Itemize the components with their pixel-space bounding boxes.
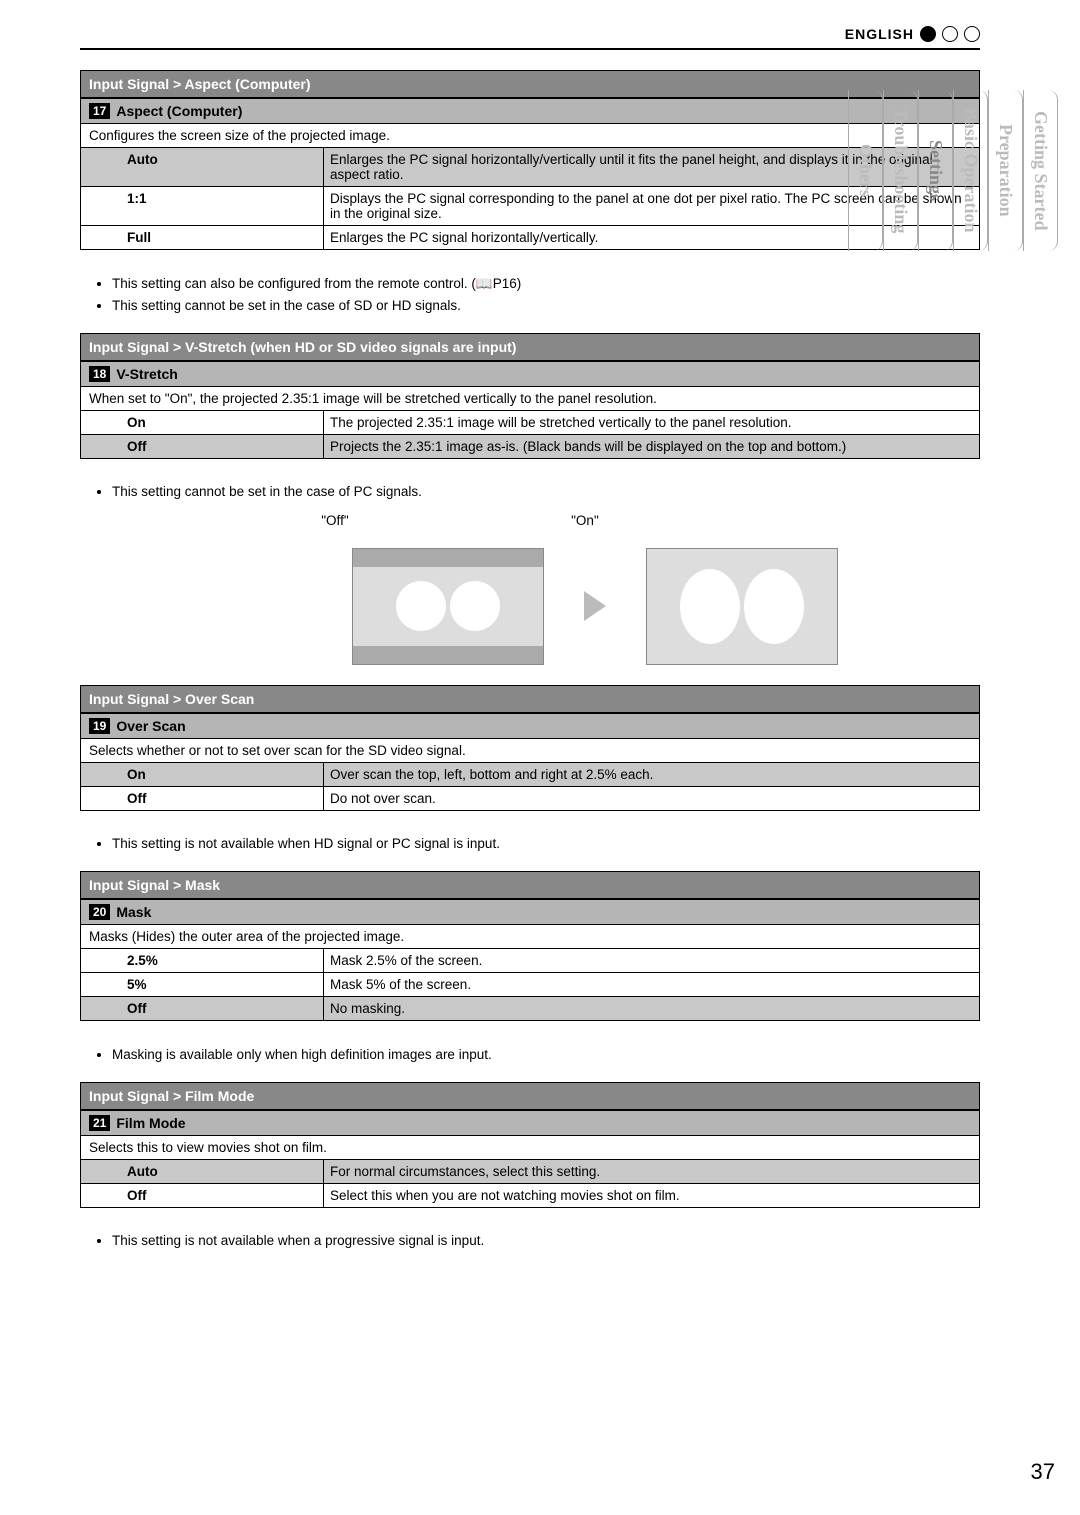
option-row: OnOver scan the top, left, bottom and ri… (81, 763, 980, 787)
description: Configures the screen size of the projec… (80, 124, 980, 148)
option-label: Off (121, 997, 324, 1021)
language-bar: ENGLISH (80, 20, 980, 50)
option-text: Over scan the top, left, bottom and righ… (324, 763, 980, 787)
item-number: 20 (89, 904, 110, 920)
side-tab-settings[interactable]: Settings (918, 90, 953, 251)
option-label: Full (121, 226, 324, 250)
option-row: 5%Mask 5% of the screen. (81, 973, 980, 997)
option-text: Do not over scan. (324, 786, 980, 810)
side-tab-preparation[interactable]: Preparation (988, 90, 1023, 251)
note-bullet: Masking is available only when high defi… (112, 1047, 980, 1062)
subheading: 17 Aspect (Computer) (80, 98, 980, 124)
option-text: Select this when you are not watching mo… (324, 1183, 980, 1207)
screen-off (352, 548, 544, 665)
option-label: Off (121, 434, 324, 458)
note-bullet: This setting cannot be set in the case o… (112, 484, 980, 499)
option-row: AutoEnlarges the PC signal horizontally/… (81, 148, 980, 187)
language-label: ENGLISH (845, 26, 914, 42)
option-label: On (121, 411, 324, 435)
side-tab-others[interactable]: Others (848, 90, 883, 251)
item-number: 18 (89, 366, 110, 382)
option-label: Off (121, 1183, 324, 1207)
screen-on (646, 548, 838, 665)
option-label: Off (121, 786, 324, 810)
lang-dot-2 (942, 26, 958, 42)
option-label: 2.5% (121, 949, 324, 973)
item-title: Film Mode (116, 1115, 185, 1131)
breadcrumb: Input Signal > Aspect (Computer) (80, 70, 980, 98)
option-text: No masking. (324, 997, 980, 1021)
breadcrumb: Input Signal > Film Mode (80, 1082, 980, 1110)
option-row: FullEnlarges the PC signal horizontally/… (81, 226, 980, 250)
description: Masks (Hides) the outer area of the proj… (80, 925, 980, 949)
vstretch-diagram (210, 548, 980, 665)
item-title: Mask (116, 904, 151, 920)
option-label: Auto (121, 1160, 324, 1184)
description: Selects this to view movies shot on film… (80, 1136, 980, 1160)
option-row: 1:1Displays the PC signal corresponding … (81, 187, 980, 226)
option-text: The projected 2.35:1 image will be stret… (324, 411, 980, 435)
side-tab-troubleshooting[interactable]: Troubleshooting (883, 90, 918, 251)
subheading: 18 V-Stretch (80, 361, 980, 387)
option-label: 1:1 (121, 187, 324, 226)
option-row: OffDo not over scan. (81, 786, 980, 810)
breadcrumb: Input Signal > Mask (80, 871, 980, 899)
item-number: 21 (89, 1115, 110, 1131)
side-tab-getting-started[interactable]: Getting Started (1023, 90, 1058, 251)
subheading: 20 Mask (80, 899, 980, 925)
option-text: Projects the 2.35:1 image as-is. (Black … (324, 434, 980, 458)
diagram-labels: "Off""On" (210, 513, 710, 528)
lang-dot-filled (920, 26, 936, 42)
lang-dot-3 (964, 26, 980, 42)
option-row: 2.5%Mask 2.5% of the screen. (81, 949, 980, 973)
option-row: OffSelect this when you are not watching… (81, 1183, 980, 1207)
subheading: 19 Over Scan (80, 713, 980, 739)
option-row: AutoFor normal circumstances, select thi… (81, 1160, 980, 1184)
option-label: On (121, 763, 324, 787)
option-row: OffProjects the 2.35:1 image as-is. (Bla… (81, 434, 980, 458)
breadcrumb: Input Signal > V-Stretch (when HD or SD … (80, 333, 980, 361)
side-tab-basic-operation[interactable]: Basic Operation (953, 90, 988, 251)
page-number: 37 (1031, 1459, 1055, 1485)
option-text: Mask 2.5% of the screen. (324, 949, 980, 973)
arrow-icon (584, 591, 606, 621)
note-bullet: This setting can also be configured from… (112, 276, 980, 292)
item-title: Aspect (Computer) (116, 103, 242, 119)
item-title: Over Scan (116, 718, 185, 734)
option-text: For normal circumstances, select this se… (324, 1160, 980, 1184)
item-number: 19 (89, 718, 110, 734)
option-row: OnThe projected 2.35:1 image will be str… (81, 411, 980, 435)
breadcrumb: Input Signal > Over Scan (80, 685, 980, 713)
option-row: OffNo masking. (81, 997, 980, 1021)
note-bullet: This setting cannot be set in the case o… (112, 298, 980, 313)
option-label: Auto (121, 148, 324, 187)
subheading: 21 Film Mode (80, 1110, 980, 1136)
note-bullet: This setting is not available when HD si… (112, 836, 980, 851)
item-title: V-Stretch (116, 366, 177, 382)
option-text: Mask 5% of the screen. (324, 973, 980, 997)
description: Selects whether or not to set over scan … (80, 739, 980, 763)
item-number: 17 (89, 103, 110, 119)
option-label: 5% (121, 973, 324, 997)
note-bullet: This setting is not available when a pro… (112, 1233, 980, 1248)
description: When set to "On", the projected 2.35:1 i… (80, 387, 980, 411)
